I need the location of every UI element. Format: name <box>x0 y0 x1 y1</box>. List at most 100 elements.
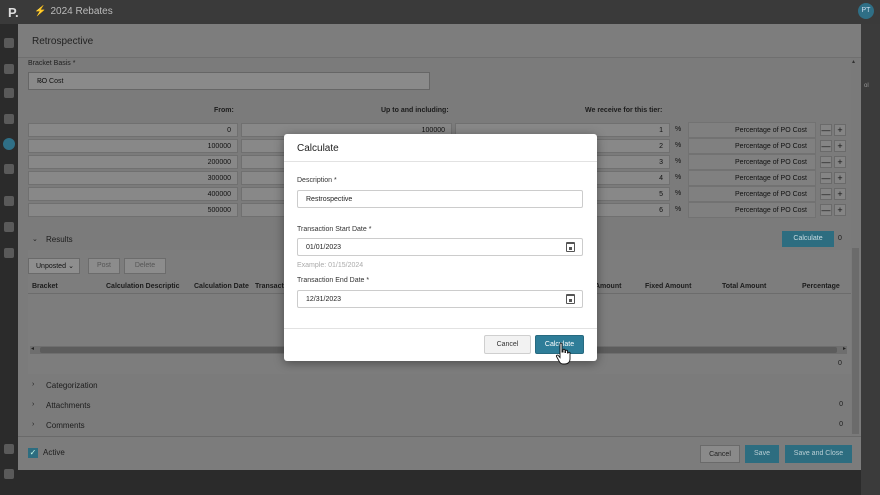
tier-from-input[interactable]: 500000 <box>28 203 238 217</box>
col-calc-date[interactable]: Calculation Date <box>194 283 249 290</box>
tier-from-input[interactable]: 100000 <box>28 139 238 153</box>
document-icon[interactable] <box>4 469 14 479</box>
comments-count: 0 <box>839 421 843 428</box>
app-title-text: 2024 Rebates <box>50 6 113 17</box>
remove-tier-button[interactable]: — <box>820 140 832 152</box>
tier-basis-select[interactable]: Percentage of PO Cost <box>688 154 816 170</box>
hand-pointer-icon <box>555 342 571 365</box>
add-tier-button[interactable]: + <box>834 124 846 136</box>
chevron-down-icon: ⌄ <box>32 236 38 243</box>
background-text: ol <box>864 83 869 89</box>
remove-tier-button[interactable]: — <box>820 156 832 168</box>
percent-sign: % <box>675 190 682 197</box>
tier-basis-select[interactable]: Percentage of PO Cost <box>688 186 816 202</box>
app-logo: P. <box>8 5 19 20</box>
attachments-title: Attachments <box>46 401 91 410</box>
results-title: Results <box>46 235 73 244</box>
tier-from-input[interactable]: 300000 <box>28 171 238 185</box>
tier-from-input[interactable]: 400000 <box>28 187 238 201</box>
end-date-input[interactable]: 12/31/2023 <box>297 290 583 308</box>
add-tier-button[interactable]: + <box>834 156 846 168</box>
chevron-right-icon: › <box>32 381 35 388</box>
panel-header: Retrospective <box>18 24 861 58</box>
save-and-close-button[interactable]: Save and Close <box>785 445 852 463</box>
comments-title: Comments <box>46 421 85 430</box>
bracket-basis-label: Bracket Basis * <box>28 60 76 67</box>
add-tier-button[interactable]: + <box>834 188 846 200</box>
remove-tier-button[interactable]: — <box>820 124 832 136</box>
categorization-section-header[interactable]: › Categorization <box>18 375 861 395</box>
delete-button[interactable]: Delete <box>124 258 166 274</box>
col-receive: We receive for this tier: <box>585 107 663 114</box>
dialog-divider <box>284 328 597 329</box>
dialog-cancel-button[interactable]: Cancel <box>484 335 531 354</box>
refresh-icon[interactable] <box>4 64 14 74</box>
description-label: Description * <box>297 177 337 184</box>
dialog-header: Calculate <box>284 134 597 162</box>
remove-tier-button[interactable]: — <box>820 204 832 216</box>
scroll-right-icon[interactable]: ▸ <box>843 345 846 352</box>
col-bracket[interactable]: Bracket <box>32 283 58 290</box>
calendar-icon[interactable] <box>566 294 575 304</box>
calendar-icon[interactable] <box>566 242 575 252</box>
add-tier-button[interactable]: + <box>834 172 846 184</box>
tier-basis-select[interactable]: Percentage of PO Cost <box>688 122 816 138</box>
active-label: Active <box>43 448 65 457</box>
tier-basis-select[interactable]: Percentage of PO Cost <box>688 170 816 186</box>
users-icon[interactable] <box>4 164 14 174</box>
start-date-input[interactable]: 01/01/2023 <box>297 238 583 256</box>
attachments-section-header[interactable]: › Attachments 0 <box>18 395 861 415</box>
col-fixed-amount[interactable]: Fixed Amount <box>645 283 691 290</box>
active-checkbox[interactable]: ✓ <box>28 448 38 458</box>
comments-section-header[interactable]: › Comments 0 <box>18 415 861 435</box>
post-button[interactable]: Post <box>88 258 120 274</box>
percent-sign: % <box>675 158 682 165</box>
tier-basis-select[interactable]: Percentage of PO Cost <box>688 202 816 218</box>
add-tier-button[interactable]: + <box>834 140 846 152</box>
rebates-icon[interactable] <box>3 138 15 150</box>
chevron-down-icon: ⌄ <box>68 263 74 270</box>
panel-footer: ✓ Active Cancel Save Save and Close <box>18 436 861 470</box>
results-row-count: 0 <box>838 360 842 367</box>
description-input[interactable]: Restrospective <box>297 190 583 208</box>
heart-icon[interactable] <box>4 222 14 232</box>
col-total-amount[interactable]: Total Amount <box>722 283 766 290</box>
bracket-basis-select[interactable]: PO Cost ⌄ <box>28 72 430 90</box>
categorization-title: Categorization <box>46 381 98 390</box>
col-calc-description[interactable]: Calculation Descriptic <box>106 283 180 290</box>
col-amount[interactable]: Amount <box>595 283 621 290</box>
bolt-icon: ⚡ <box>34 6 47 17</box>
panel-title: Retrospective <box>32 36 94 47</box>
posted-filter-select[interactable]: Unposted ⌄ <box>28 258 80 274</box>
save-button[interactable]: Save <box>745 445 779 463</box>
calculate-dialog: Calculate Description * Restrospective T… <box>284 134 597 361</box>
history-icon[interactable] <box>4 196 14 206</box>
tier-from-input[interactable]: 0 <box>28 123 238 137</box>
scroll-left-icon[interactable]: ◂ <box>31 345 34 352</box>
home-icon[interactable] <box>4 38 14 48</box>
tier-from-input[interactable]: 200000 <box>28 155 238 169</box>
col-percentage[interactable]: Percentage <box>802 283 840 290</box>
dialog-title: Calculate <box>297 143 339 154</box>
avatar[interactable]: PT <box>858 3 874 19</box>
tier-basis-select[interactable]: Percentage of PO Cost <box>688 138 816 154</box>
percent-sign: % <box>675 174 682 181</box>
col-transaction[interactable]: Transact <box>255 283 284 290</box>
help-icon[interactable] <box>4 444 14 454</box>
left-nav-rail <box>0 24 18 495</box>
results-count: 0 <box>838 235 842 242</box>
cancel-button[interactable]: Cancel <box>700 445 740 463</box>
truck-icon[interactable] <box>4 248 14 258</box>
remove-tier-button[interactable]: — <box>820 172 832 184</box>
tools-icon[interactable] <box>4 114 14 124</box>
add-tier-button[interactable]: + <box>834 204 846 216</box>
start-date-hint: Example: 01/15/2024 <box>297 262 364 269</box>
percent-sign: % <box>675 142 682 149</box>
scroll-up-icon[interactable]: ▴ <box>852 58 855 65</box>
results-calculate-button[interactable]: Calculate <box>782 231 834 247</box>
remove-tier-button[interactable]: — <box>820 188 832 200</box>
col-from: From: <box>214 107 234 114</box>
reports-icon[interactable] <box>4 88 14 98</box>
col-up-to: Up to and including: <box>381 107 449 114</box>
chevron-right-icon: › <box>32 401 35 408</box>
